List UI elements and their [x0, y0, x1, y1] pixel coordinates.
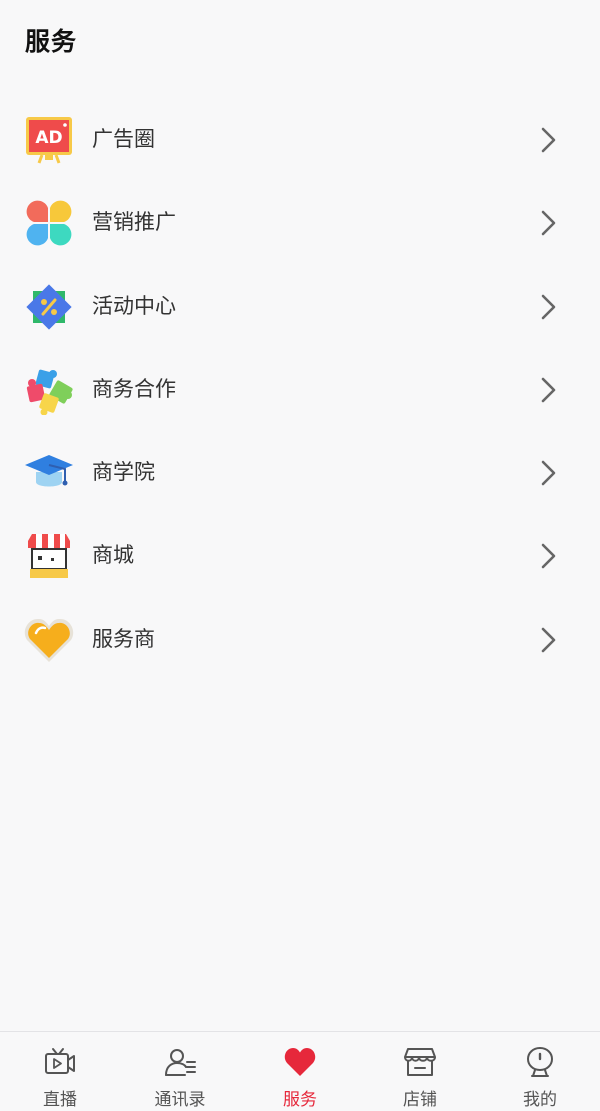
video-icon: [43, 1045, 77, 1079]
menu-item-label: 商城: [92, 543, 134, 568]
chevron-right-icon: [538, 542, 560, 570]
menu-item-business-school[interactable]: 商学院: [0, 431, 600, 514]
heart-badge-icon: [24, 615, 74, 665]
menu-item-service-provider[interactable]: 服务商: [0, 598, 600, 681]
menu-item-label: 商学院: [92, 460, 155, 485]
clover-icon: [24, 198, 74, 248]
chevron-right-icon: [538, 459, 560, 487]
menu-item-activity-center[interactable]: 活动中心: [0, 265, 600, 348]
tab-label: 服务: [283, 1090, 317, 1110]
menu-item-marketing[interactable]: 营销推广: [0, 181, 600, 264]
menu-item-label: 商务合作: [92, 376, 176, 401]
heart-icon: [283, 1045, 317, 1079]
tab-profile[interactable]: 我的: [480, 1032, 600, 1111]
chevron-right-icon: [538, 626, 560, 654]
svg-text:AD: AD: [35, 128, 62, 148]
chevron-right-icon: [538, 293, 560, 321]
menu-item-ad-circle[interactable]: AD 广告圈: [0, 98, 600, 181]
tab-live[interactable]: 直播: [0, 1032, 120, 1111]
menu-item-label: 广告圈: [92, 127, 155, 151]
menu-item-label: 服务商: [92, 626, 155, 651]
tab-service[interactable]: 服务: [240, 1032, 360, 1111]
menu-item-mall[interactable]: 商城: [0, 514, 600, 597]
menu-item-label: 活动中心: [92, 293, 176, 318]
ad-board-icon: AD: [24, 115, 74, 165]
tab-label: 店铺: [403, 1090, 437, 1110]
profile-icon: [523, 1045, 557, 1079]
store-icon: [403, 1045, 437, 1079]
graduation-cap-icon: [24, 448, 74, 498]
chevron-right-icon: [538, 376, 560, 404]
tab-label: 通讯录: [154, 1090, 206, 1110]
discount-badge-icon: [24, 282, 74, 332]
contacts-icon: [163, 1045, 197, 1079]
chevron-right-icon: [538, 126, 560, 154]
tab-store[interactable]: 店铺: [360, 1032, 480, 1111]
service-screen: 服务 AD 广告圈 营销推广 活动中心 商务合作 商学院 商城 服务商 直播 通…: [0, 0, 600, 1111]
menu-item-business-cooperation[interactable]: 商务合作: [0, 348, 600, 431]
storefront-icon: [24, 531, 74, 581]
bottom-tab-bar: 直播 通讯录 服务 店铺 我的: [0, 1031, 600, 1111]
tab-label: 直播: [43, 1090, 77, 1110]
tab-label: 我的: [523, 1090, 557, 1110]
tab-contacts[interactable]: 通讯录: [120, 1032, 240, 1111]
chevron-right-icon: [538, 209, 560, 237]
service-menu: AD 广告圈 营销推广 活动中心 商务合作 商学院 商城 服务商: [0, 98, 600, 681]
page-title: 服务: [25, 27, 78, 56]
menu-item-label: 营销推广: [92, 210, 176, 235]
puzzle-icon: [24, 365, 74, 415]
